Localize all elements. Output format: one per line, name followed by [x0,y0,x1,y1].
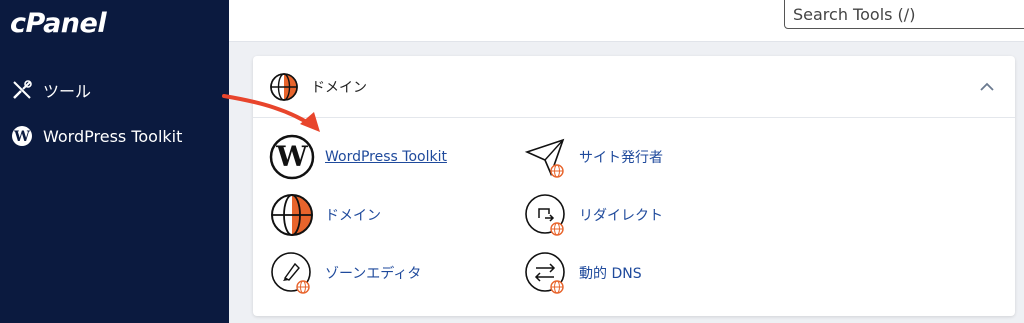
panel-header[interactable]: ドメイン [253,56,1015,118]
svg-text:W: W [275,140,308,173]
redirect-icon [523,192,569,238]
tool-domains[interactable]: ドメイン [269,192,381,238]
globe-icon [269,192,315,238]
sidebar-item-tools[interactable]: ツール [10,78,91,102]
tool-label[interactable]: 動的 DNS [579,263,642,283]
globe-icon [269,72,299,106]
tool-label[interactable]: WordPress Toolkit [325,149,447,165]
tool-wordpress-toolkit[interactable]: W WordPress Toolkit [269,134,447,180]
dynamic-dns-icon [523,250,569,296]
domains-panel: ドメイン W WordPress Toolkit サイト発行者 ドメイン リダイ… [253,56,1015,316]
tool-label[interactable]: ゾーンエディタ [325,263,421,283]
tool-label[interactable]: ドメイン [325,205,381,225]
paper-plane-icon [523,134,569,180]
tool-label[interactable]: サイト発行者 [579,147,663,167]
sidebar: cPanel ツール W WordPress Toolkit [0,0,229,323]
svg-text:W: W [13,129,30,145]
sidebar-item-wordpress-toolkit[interactable]: W WordPress Toolkit [10,124,182,148]
cpanel-logo[interactable]: cPanel [10,8,107,39]
tool-dynamic-dns[interactable]: 動的 DNS [523,250,642,296]
tool-label[interactable]: リダイレクト [579,205,663,225]
sidebar-item-label: ツール [43,82,92,101]
zone-editor-icon [269,250,315,296]
tools-icon [10,78,34,102]
tool-site-publisher[interactable]: サイト発行者 [523,134,663,180]
search-input[interactable] [784,0,1024,29]
chevron-up-icon[interactable] [977,76,997,96]
tool-redirects[interactable]: リダイレクト [523,192,663,238]
sidebar-item-label: WordPress Toolkit [43,126,183,146]
panel-title: ドメイン [311,80,367,96]
wordpress-icon: W [269,134,315,180]
wordpress-icon: W [10,124,34,148]
tool-zone-editor[interactable]: ゾーンエディタ [269,250,421,296]
